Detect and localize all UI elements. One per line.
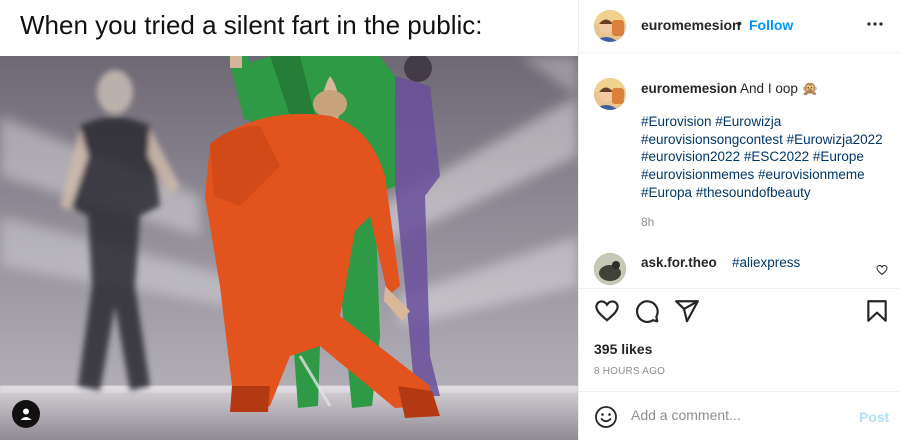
meme-caption-text: When you tried a silent fart in the publ… [20,10,483,40]
caption-hashtags[interactable]: #Eurovision #Eurowizja #eurovisionsongco… [641,113,891,202]
avatar[interactable] [594,253,626,285]
comment-like-icon[interactable] [876,263,888,276]
header-username[interactable]: euromemesion [641,17,741,33]
bookmark-icon[interactable] [864,298,890,324]
comment-item: ask.for.theo #aliexpress [594,250,900,286]
post-side-panel: euromemesion • Follow euromemesion And I… [579,0,900,440]
caption-text-line: euromemesion And I oop 🙊 [641,80,891,98]
comment-username[interactable]: ask.for.theo [641,255,717,270]
post-comment-button[interactable]: Post [859,409,889,425]
emoji-icon[interactable] [594,405,618,429]
likes-count[interactable]: 395 likes [594,341,652,357]
user-tag-icon[interactable] [12,400,40,428]
post-photo[interactable] [0,56,578,440]
avatar[interactable] [594,78,626,110]
post-timestamp[interactable]: 8 HOURS AGO [594,366,665,377]
add-comment-bar: Post [579,392,900,440]
comment-icon[interactable] [634,298,660,324]
follow-button[interactable]: Follow [749,17,793,33]
section-divider [579,288,900,289]
instagram-post-view: When you tried a silent fart in the publ… [0,0,900,440]
post-header: euromemesion • Follow [579,0,900,53]
post-actions [594,298,890,326]
add-comment-input[interactable] [631,402,841,428]
caption-text: And I oop 🙊 [740,81,819,96]
comment-text[interactable]: #aliexpress [732,255,800,270]
stage-scene [0,56,578,440]
share-icon[interactable] [674,298,700,324]
heart-icon[interactable] [594,298,620,324]
post-media[interactable]: When you tried a silent fart in the publ… [0,0,578,440]
more-options-icon[interactable] [865,14,885,34]
avatar[interactable] [594,10,626,42]
caption-username[interactable]: euromemesion [641,81,737,96]
caption-timestamp[interactable]: 8h [641,215,654,229]
header-separator: • [737,15,742,31]
meme-caption-bar: When you tried a silent fart in the publ… [0,0,578,56]
